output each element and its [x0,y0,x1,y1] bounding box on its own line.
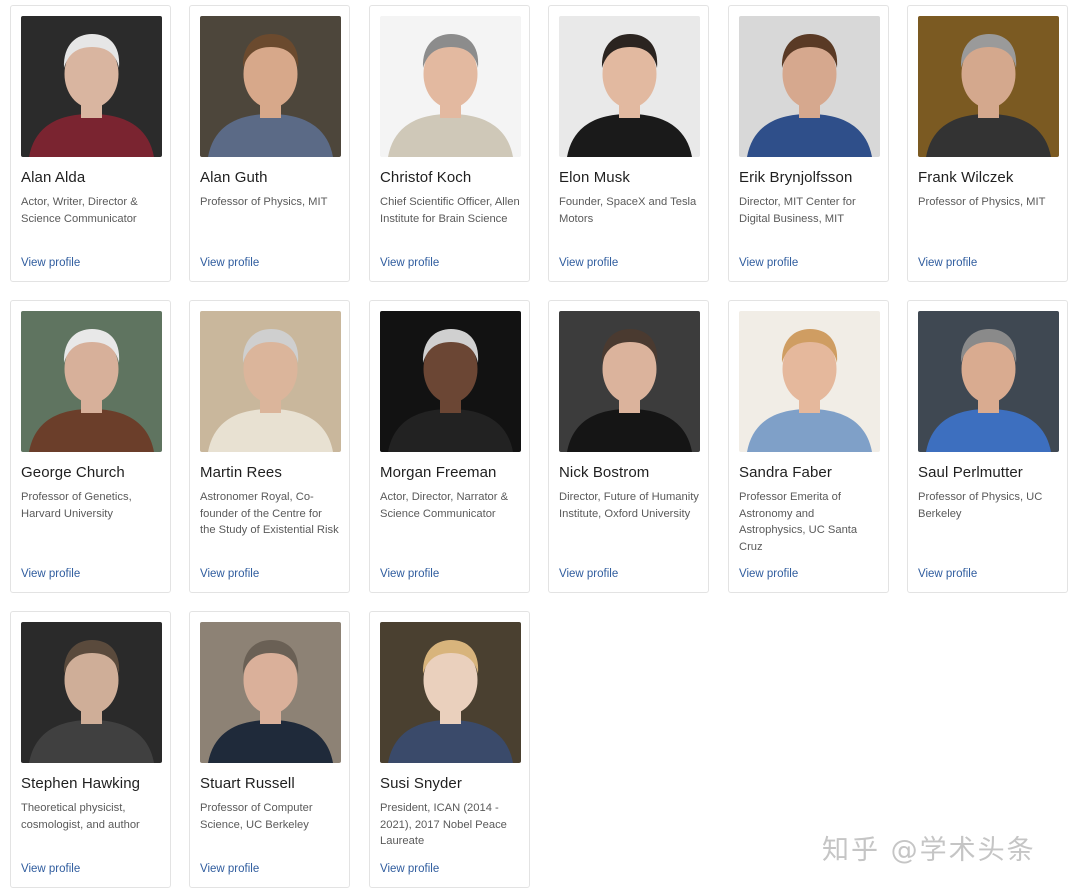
portrait-graphic [380,622,521,763]
view-profile-link[interactable]: View profile [21,257,80,269]
portrait-graphic [380,311,521,452]
portrait-photo [559,16,700,157]
person-title: Director, MIT Center for Digital Busines… [739,196,856,225]
person-card-morgan-freeman: Morgan Freeman Actor, Director, Narrator… [369,300,530,593]
person-title: Director, Future of Humanity Institute, … [559,491,699,520]
portrait-graphic [200,622,341,763]
person-name: Saul Perlmutter [918,464,1023,481]
person-title: Professor of Physics, UC Berkeley [918,491,1043,520]
person-name: Stephen Hawking [21,775,141,792]
view-profile-link[interactable]: View profile [559,257,618,269]
person-title: Actor, Writer, Director & Science Commun… [21,196,138,225]
watermark-text: 知乎 @学术头条 [822,835,1036,866]
view-profile-link[interactable]: View profile [918,257,977,269]
portrait-graphic [21,622,162,763]
view-profile-link[interactable]: View profile [739,568,798,580]
person-name: Nick Bostrom [559,464,650,481]
speakers-grid: Alan Alda Actor, Writer, Director & Scie… [0,0,1080,893]
person-title: Professor of Physics, MIT [200,196,328,208]
portrait-photo [559,311,700,452]
person-name: Martin Rees [200,464,282,481]
portrait-photo [21,311,162,452]
person-card-saul-perlmutter: Saul Perlmutter Professor of Physics, UC… [907,300,1068,593]
view-profile-link[interactable]: View profile [200,863,259,875]
portrait-photo [739,311,880,452]
person-title: Actor, Director, Narrator & Science Comm… [380,491,509,520]
portrait-graphic [21,16,162,157]
portrait-graphic [559,16,700,157]
view-profile-link[interactable]: View profile [380,257,439,269]
person-card-sandra-faber: Sandra Faber Professor Emerita of Astron… [728,300,889,593]
portrait-graphic [918,311,1059,452]
person-card-christof-koch: Christof Koch Chief Scientific Officer, … [369,5,530,282]
person-title: Professor of Physics, MIT [918,196,1046,208]
person-title: Chief Scientific Officer, Allen Institut… [380,196,520,225]
portrait-graphic [200,16,341,157]
portrait-graphic [21,311,162,452]
portrait-graphic [380,16,521,157]
portrait-graphic [739,16,880,157]
person-title: Theoretical physicist, cosmologist, and … [21,802,140,831]
person-card-susi-snyder: Susi Snyder President, ICAN (2014 - 2021… [369,611,530,888]
person-name: George Church [21,464,125,481]
portrait-graphic [739,311,880,452]
portrait-photo [380,16,521,157]
person-card-stephen-hawking: Stephen Hawking Theoretical physicist, c… [10,611,171,888]
view-profile-link[interactable]: View profile [380,568,439,580]
portrait-photo [200,311,341,452]
view-profile-link[interactable]: View profile [559,568,618,580]
view-profile-link[interactable]: View profile [380,863,439,875]
portrait-photo [200,622,341,763]
portrait-graphic [918,16,1059,157]
person-card-stuart-russell: Stuart Russell Professor of Computer Sci… [189,611,350,888]
person-name: Alan Alda [21,169,86,186]
portrait-graphic [200,311,341,452]
person-name: Christof Koch [380,169,472,186]
person-card-erik-brynjolfsson: Erik Brynjolfsson Director, MIT Center f… [728,5,889,282]
person-title: Professor of Computer Science, UC Berkel… [200,802,313,831]
person-title: Founder, SpaceX and Tesla Motors [559,196,697,225]
person-name: Susi Snyder [380,775,462,792]
person-card-nick-bostrom: Nick Bostrom Director, Future of Humanit… [548,300,709,593]
view-profile-link[interactable]: View profile [200,568,259,580]
person-title: Professor Emerita of Astronomy and Astro… [739,491,858,553]
person-title: Astronomer Royal, Co-founder of the Cent… [200,491,339,536]
person-name: Sandra Faber [739,464,832,481]
portrait-photo [21,622,162,763]
portrait-photo [380,311,521,452]
person-name: Alan Guth [200,169,268,186]
person-name: Morgan Freeman [380,464,497,481]
portrait-photo [21,16,162,157]
person-card-elon-musk: Elon Musk Founder, SpaceX and Tesla Moto… [548,5,709,282]
person-card-martin-rees: Martin Rees Astronomer Royal, Co-founder… [189,300,350,593]
person-card-alan-alda: Alan Alda Actor, Writer, Director & Scie… [10,5,171,282]
portrait-photo [200,16,341,157]
view-profile-link[interactable]: View profile [21,568,80,580]
portrait-photo [380,622,521,763]
view-profile-link[interactable]: View profile [918,568,977,580]
portrait-graphic [559,311,700,452]
view-profile-link[interactable]: View profile [21,863,80,875]
person-card-frank-wilczek: Frank Wilczek Professor of Physics, MIT … [907,5,1068,282]
person-title: Professor of Genetics, Harvard Universit… [21,491,132,520]
portrait-photo [918,311,1059,452]
person-card-alan-guth: Alan Guth Professor of Physics, MIT View… [189,5,350,282]
person-name: Erik Brynjolfsson [739,169,853,186]
person-name: Stuart Russell [200,775,295,792]
portrait-photo [918,16,1059,157]
person-name: Frank Wilczek [918,169,1014,186]
person-name: Elon Musk [559,169,630,186]
person-title: President, ICAN (2014 - 2021), 2017 Nobe… [380,802,507,847]
view-profile-link[interactable]: View profile [200,257,259,269]
portrait-photo [739,16,880,157]
view-profile-link[interactable]: View profile [739,257,798,269]
person-card-george-church: George Church Professor of Genetics, Har… [10,300,171,593]
